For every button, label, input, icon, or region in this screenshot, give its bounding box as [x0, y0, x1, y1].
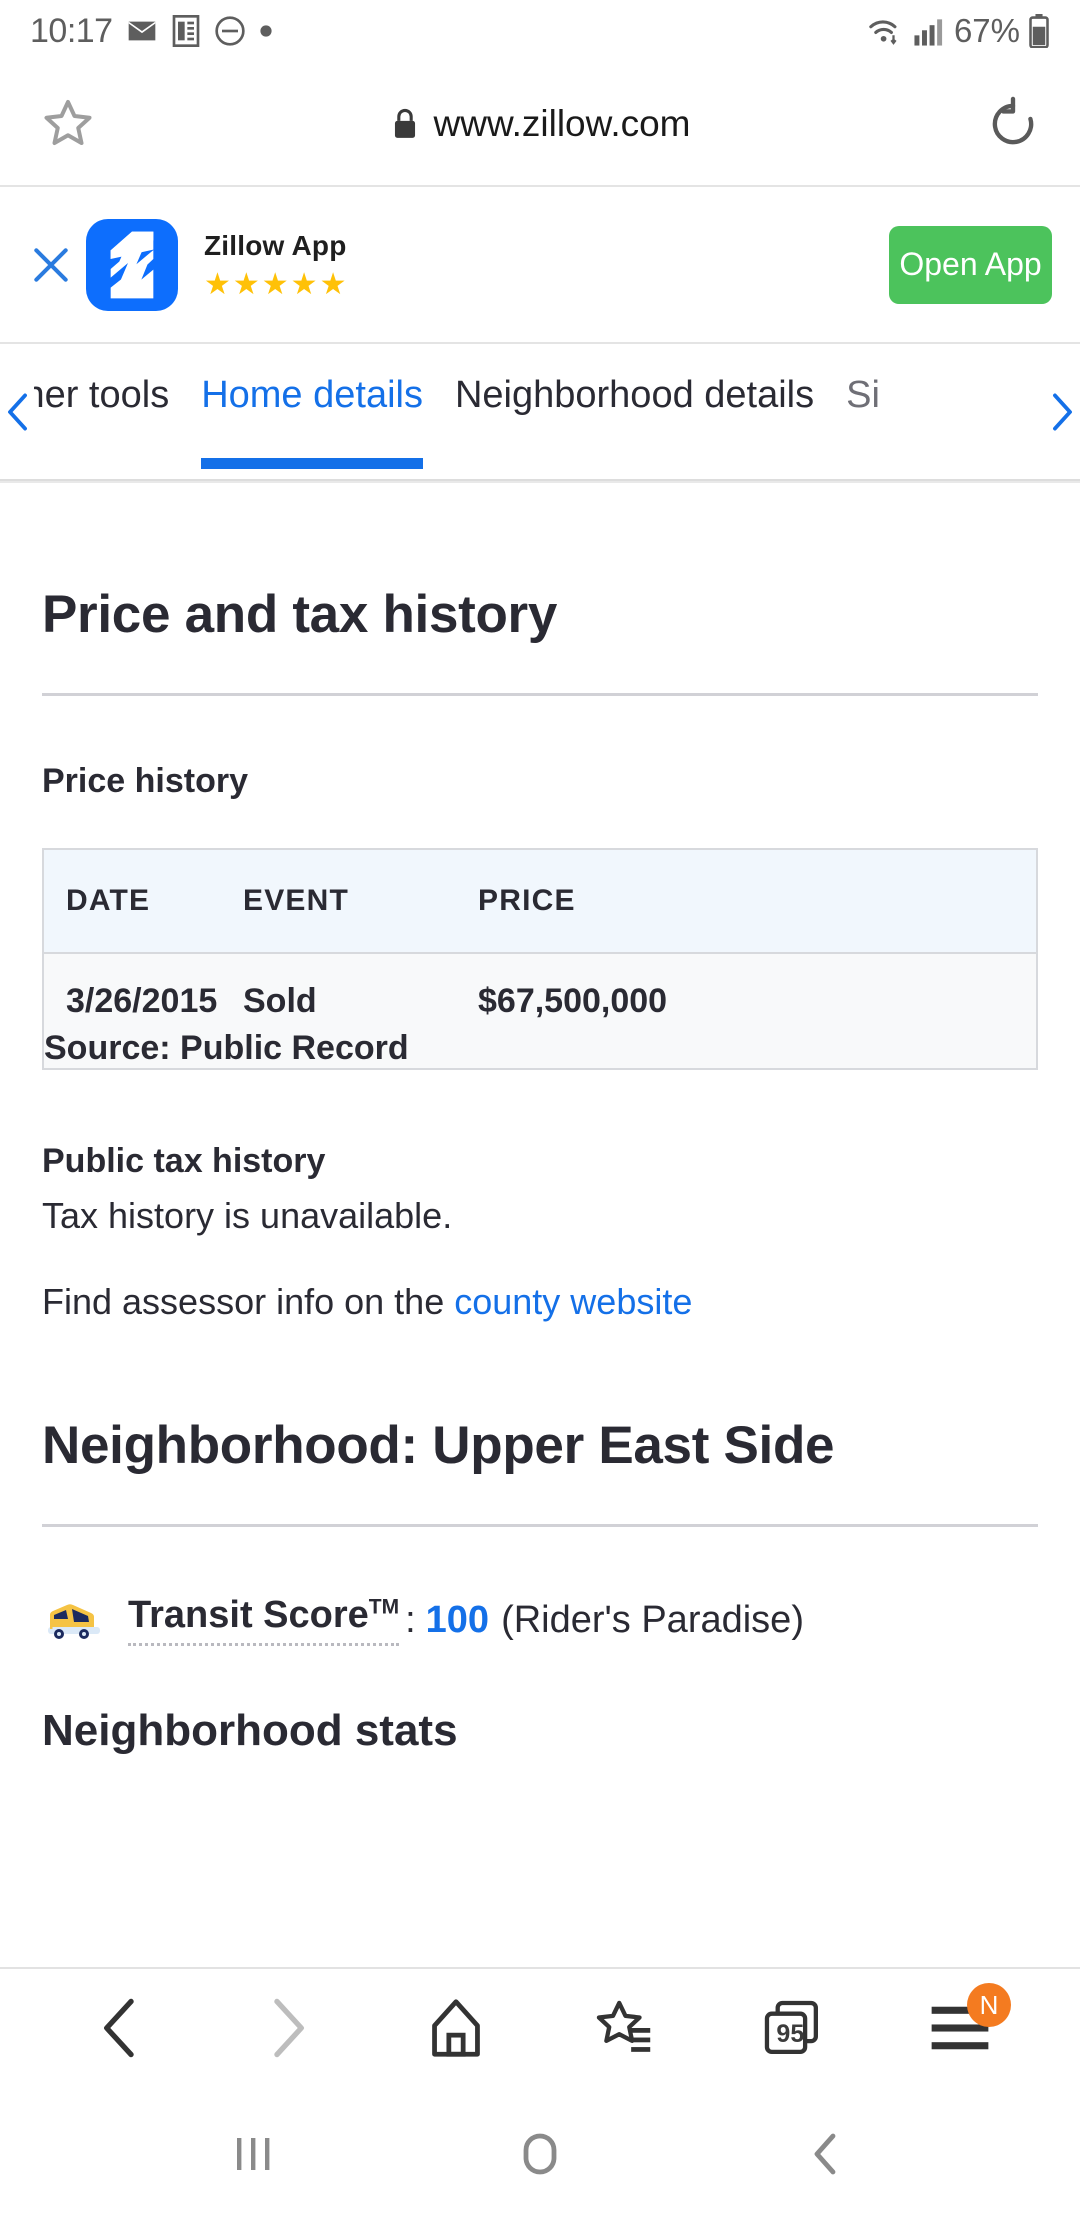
neighborhood-stats-heading: Neighborhood stats: [42, 1706, 458, 1755]
url-display[interactable]: www.zillow.com: [0, 103, 1080, 145]
browser-menu-button[interactable]: N: [905, 1969, 1015, 2087]
transit-score-description: (Rider's Paradise): [501, 1598, 804, 1641]
tax-unavailable-text: Tax history is unavailable.: [42, 1195, 453, 1236]
cell-event: Sold: [243, 953, 478, 1021]
wifi-icon: [866, 14, 904, 48]
dot-icon: [259, 24, 273, 38]
tab-owner-tools[interactable]: wner tools: [34, 344, 169, 479]
open-app-button[interactable]: Open App: [889, 225, 1052, 304]
transit-score-row: Transit ScoreTM : 100 (Rider's Paradise): [42, 1594, 1038, 1646]
page-content: Price and tax history Price history DATE…: [0, 481, 1080, 1967]
document-icon: [171, 15, 201, 47]
tab-neighborhood-details[interactable]: Neighborhood details: [455, 344, 814, 479]
menu-notification-badge: N: [967, 1983, 1011, 2027]
assessor-prefix: Find assessor info on the: [42, 1281, 455, 1322]
public-tax-heading: Public tax history: [42, 1142, 326, 1180]
tabs-scroll-right-icon[interactable]: [1046, 344, 1080, 479]
table-header-row: DATE EVENT PRICE: [43, 849, 1037, 954]
app-rating-stars: ★★★★★: [204, 267, 349, 301]
battery-percent: 67%: [953, 12, 1020, 49]
tabs-scroll-left-icon[interactable]: [0, 344, 34, 479]
neighborhood-title: Neighborhood: Upper East Side: [42, 1416, 835, 1475]
cell-source: Source: Public Record: [43, 1021, 1037, 1069]
price-history-table: DATE EVENT PRICE 3/26/2015 Sold $67,500,…: [42, 848, 1038, 1070]
trademark-mark: TM: [368, 1595, 400, 1619]
cell-price: $67,500,000: [478, 953, 1037, 1021]
tab-similar-homes[interactable]: Si: [846, 344, 880, 479]
close-icon[interactable]: [20, 243, 82, 287]
status-bar-left: 10:17: [30, 12, 273, 51]
assessor-info-text: Find assessor info on the county website: [42, 1281, 1038, 1323]
column-header-price: PRICE: [478, 849, 1037, 954]
android-nav-bar: [0, 2087, 1080, 2220]
page-tab-strip: wner tools Home details Neighborhood det…: [0, 344, 1080, 481]
neighborhood-divider: [42, 1524, 1038, 1527]
page-title: Price and tax history: [42, 585, 558, 644]
status-bar-right: 67%: [866, 12, 1050, 50]
bus-icon: [42, 1597, 110, 1643]
status-time: 10:17: [30, 11, 113, 50]
lock-icon: [390, 107, 420, 141]
browser-url-bar: www.zillow.com: [0, 62, 1080, 187]
browser-home-button[interactable]: [401, 1969, 511, 2087]
table-source-row: Source: Public Record: [43, 1021, 1037, 1069]
open-tabs-count: 95: [776, 2019, 805, 2048]
browser-bookmarks-button[interactable]: [569, 1969, 679, 2087]
browser-back-button[interactable]: [65, 1969, 175, 2087]
cell-date: 3/26/2015: [43, 953, 243, 1021]
android-back-button[interactable]: [777, 2087, 877, 2220]
mail-icon: [126, 15, 158, 47]
url-text: www.zillow.com: [433, 102, 691, 144]
signal-icon: [912, 15, 946, 47]
android-home-button[interactable]: [490, 2087, 590, 2220]
app-install-banner: Zillow App ★★★★★ Open App: [0, 187, 1080, 344]
app-name: Zillow App: [204, 229, 347, 261]
county-website-link[interactable]: county website: [454, 1281, 692, 1322]
title-divider: [42, 693, 1038, 696]
do-not-disturb-icon: [214, 15, 246, 47]
tab-home-details[interactable]: Home details: [201, 344, 423, 479]
transit-score-value: 100: [425, 1598, 490, 1641]
status-bar: 10:17 67%: [0, 0, 1080, 62]
android-recents-button[interactable]: [203, 2087, 303, 2220]
transit-score-text: Transit Score: [128, 1594, 369, 1636]
transit-separator: :: [405, 1598, 416, 1641]
browser-forward-button[interactable]: [233, 1969, 343, 2087]
table-row: 3/26/2015 Sold $67,500,000: [43, 953, 1037, 1021]
column-header-event: EVENT: [243, 849, 478, 954]
transit-score-label[interactable]: Transit ScoreTM: [128, 1594, 400, 1646]
column-header-date: DATE: [43, 849, 243, 954]
zillow-logo-icon: [86, 218, 178, 311]
app-banner-meta: Zillow App ★★★★★: [204, 230, 348, 300]
tabs-container: wner tools Home details Neighborhood det…: [34, 344, 1046, 479]
browser-bottom-toolbar: 95 N: [0, 1967, 1080, 2087]
browser-tabs-button[interactable]: 95: [737, 1969, 847, 2087]
price-history-heading: Price history: [42, 762, 248, 800]
battery-icon: [1028, 14, 1050, 48]
